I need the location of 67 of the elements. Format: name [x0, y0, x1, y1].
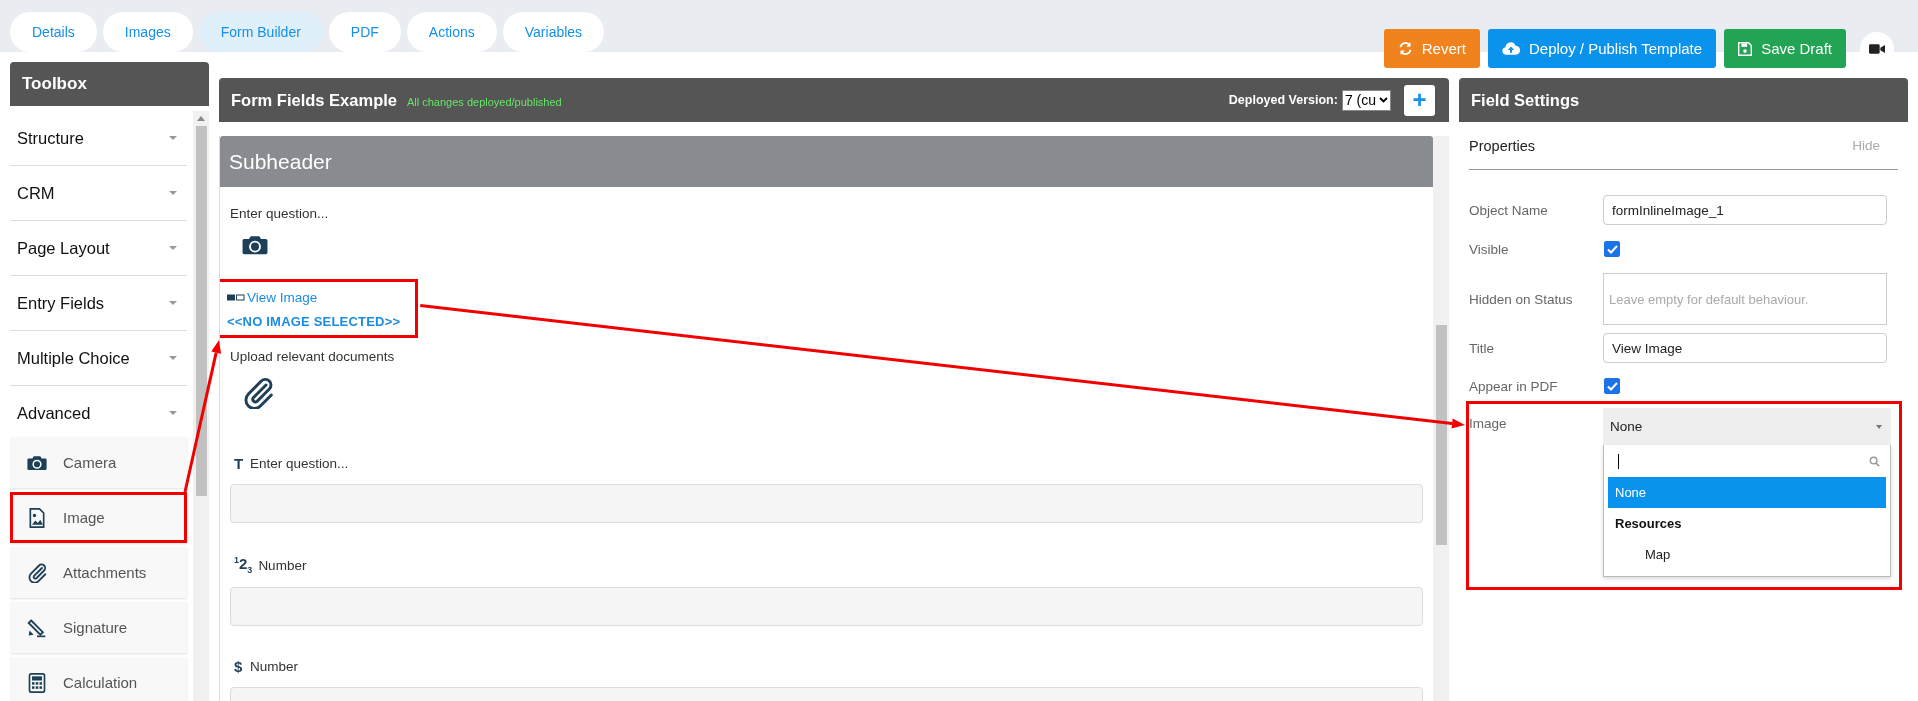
field-label: Object Name	[1469, 202, 1549, 218]
question-label: Enter question...	[230, 205, 329, 221]
toolbox-category[interactable]: CRM	[10, 166, 187, 221]
question-label: Number	[250, 659, 298, 674]
tab[interactable]: Actions	[406, 12, 497, 52]
calculator-icon	[27, 672, 47, 693]
search-icon	[1869, 455, 1880, 467]
image-title: View Image	[247, 290, 318, 305]
field-label: Hidden on Status	[1469, 291, 1574, 307]
scrollbar[interactable]	[193, 111, 209, 701]
caret-icon	[169, 136, 177, 140]
version-select[interactable]: 7 (cu	[1341, 89, 1391, 111]
panel-title: Field Settings	[1459, 78, 1908, 122]
form-title: Form Fields Example	[231, 90, 397, 110]
toolbox-item[interactable]: Signature	[10, 602, 187, 653]
section-title: Properties	[1469, 137, 1536, 154]
field-label: Title	[1469, 340, 1495, 356]
toolbox-item[interactable]: Calculation	[10, 657, 187, 701]
panel-title: Toolbox	[10, 62, 209, 106]
status-text: All changes deployed/published	[406, 95, 562, 108]
refresh-icon	[1397, 41, 1413, 56]
camera-icon	[242, 234, 268, 256]
paperclip-icon	[27, 562, 47, 583]
toolbox-category[interactable]: Structure	[10, 111, 187, 166]
option-group-label: Resources	[1614, 515, 1683, 533]
field-type-icon: $^{1}$2$_{3}$	[234, 555, 253, 575]
field-type-icon: $	[234, 658, 244, 675]
paperclip-icon	[242, 377, 274, 409]
checkbox[interactable]	[1604, 241, 1620, 257]
pen-icon	[27, 617, 47, 638]
question-label: Enter question...	[250, 456, 349, 471]
video-camera-icon	[1869, 42, 1885, 55]
field-type-icon: T	[234, 455, 244, 472]
image-file-icon	[27, 507, 47, 528]
field-label: Visible	[1469, 241, 1510, 257]
version-label: Deployed Version:	[1228, 93, 1338, 107]
toolbox-category[interactable]: Multiple Choice	[10, 331, 187, 386]
toolbox-item[interactable]: Camera	[10, 437, 187, 488]
select-field[interactable]: None	[1603, 408, 1891, 445]
input-field[interactable]	[230, 484, 1423, 523]
tab[interactable]: Details	[10, 12, 97, 52]
toolbox-category[interactable]: Page Layout	[10, 221, 187, 276]
subheader: Subheader	[220, 136, 1433, 187]
caret-icon	[169, 301, 177, 305]
caret-icon	[169, 411, 177, 415]
cloud-upload-icon	[1501, 41, 1520, 56]
rectangles-icon	[227, 294, 245, 301]
caret-icon	[169, 191, 177, 195]
input-field[interactable]: View Image	[1603, 333, 1887, 363]
checkbox[interactable]	[1604, 378, 1620, 394]
caret-icon	[1876, 424, 1882, 429]
toolbox-item[interactable]: Image	[10, 492, 187, 543]
toolbox-category[interactable]: Entry Fields	[10, 276, 187, 331]
image-placeholder-text: <<NO IMAGE SELECTED>>	[227, 314, 401, 329]
field-label: Image	[1469, 415, 1508, 431]
caret-icon	[169, 246, 177, 250]
field-label: Appear in PDF	[1469, 378, 1559, 394]
input-field[interactable]	[230, 587, 1423, 626]
question-label: Number	[258, 557, 307, 573]
dropdown-option[interactable]: Map	[1608, 539, 1886, 570]
chevron-icon	[1379, 97, 1388, 103]
tab[interactable]: Variables	[502, 12, 605, 52]
toolbox-item[interactable]: Attachments	[10, 547, 187, 598]
caret-icon	[169, 356, 177, 360]
scrollbar[interactable]	[1433, 136, 1449, 701]
question-label: Upload relevant documents	[230, 348, 395, 364]
input-field[interactable]: formInlineImage_1	[1603, 195, 1887, 225]
